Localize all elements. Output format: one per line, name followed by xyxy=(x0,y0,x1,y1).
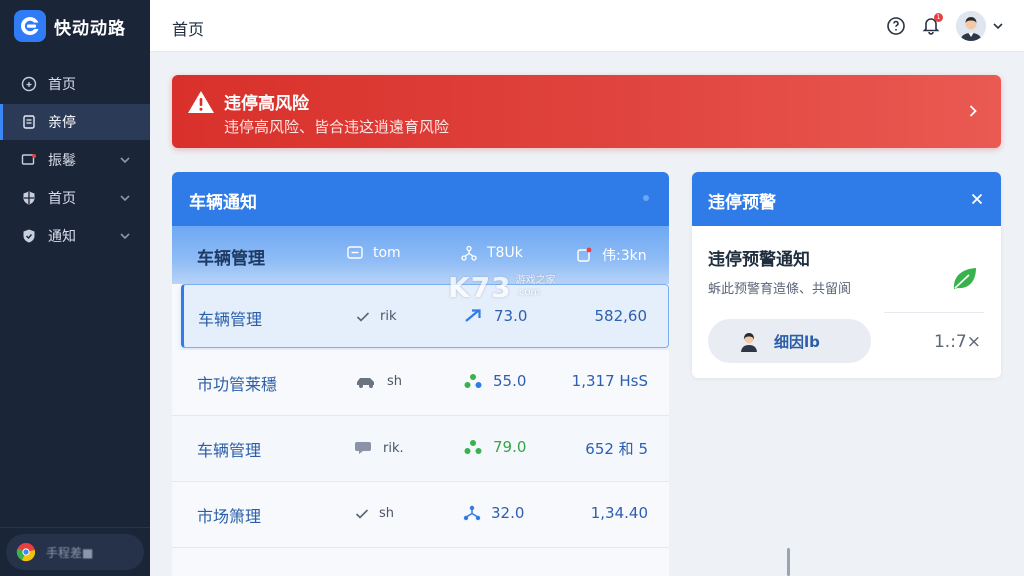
row-divider xyxy=(172,547,669,548)
chevron-down-icon xyxy=(120,233,130,240)
vehicle-panel-title: 车辆通知 xyxy=(189,193,257,213)
row-cell-b: 32.0 xyxy=(463,504,524,522)
warning-subtitle: 蚸此预警育造條、共留阆 xyxy=(708,282,852,297)
user-avatar-icon xyxy=(956,11,986,41)
sidebar-item-label: 首页 xyxy=(48,191,76,207)
chat-bubble-icon xyxy=(355,442,371,454)
chevron-down-icon[interactable] xyxy=(991,19,1005,33)
row-cell-c: 652 和 5 xyxy=(585,440,648,458)
person-icon xyxy=(741,333,757,352)
top-header: 首页 1 xyxy=(150,0,1024,52)
check-icon xyxy=(356,311,370,322)
sidebar-nav: 首页 亲停 振鬈 首页 通知 xyxy=(0,66,150,256)
row-cell-b: 55.0 xyxy=(463,372,526,390)
document-icon xyxy=(20,113,38,131)
avatar[interactable] xyxy=(956,11,986,41)
sidebar-footer-text: 手程差■ xyxy=(46,545,94,560)
column-header-c[interactable]: 伟:3kn xyxy=(576,245,647,265)
sidebar-item-home[interactable]: 首页 xyxy=(0,66,150,102)
assignee-button[interactable]: 细因lb xyxy=(708,319,871,363)
row-cell-a: rik. xyxy=(355,440,404,456)
column-header-b-label: T8Uk xyxy=(487,245,523,261)
alert-subtitle: 违停高风险、皆合违这逍遠育风险 xyxy=(224,118,450,136)
vehicle-notification-panel: 车辆通知 车辆管理 tom T8Uk 伟:3kn 车辆管理 rik 73.0 5… xyxy=(172,172,669,576)
column-header-b[interactable]: T8Uk xyxy=(461,245,523,261)
row-name: 市功管莱穩 xyxy=(197,375,278,394)
table-header: 车辆管理 tom T8Uk 伟:3kn xyxy=(172,226,669,284)
group-icon xyxy=(464,440,482,454)
page-title: 首页 xyxy=(172,20,205,39)
warning-heading: 违停预警通知 xyxy=(708,250,810,270)
column-header-a-label: tom xyxy=(373,245,401,261)
warning-count: 1.:7× xyxy=(933,332,981,352)
scrollbar-thumb[interactable] xyxy=(787,548,790,576)
row-cell-b: 73.0 xyxy=(464,307,527,325)
row-cell-c: 582,60 xyxy=(594,307,648,325)
sidebar-divider xyxy=(0,527,150,528)
sidebar-item-notify[interactable]: 通知 xyxy=(0,218,150,254)
row-name: 车辆管理 xyxy=(198,310,263,329)
row-name: 车辆管理 xyxy=(197,441,262,460)
column-header-name[interactable]: 车辆管理 xyxy=(197,244,265,269)
watermark: K73 游戏之家 .com xyxy=(448,270,556,304)
table-row[interactable]: 市功管莱穩 sh 55.0 1,317 HsS xyxy=(172,350,669,414)
column-header-c-label: 伟:3kn xyxy=(602,248,647,264)
shield-icon xyxy=(20,227,38,245)
check-icon xyxy=(355,508,369,519)
alert-title: 违停高风险 xyxy=(224,94,309,114)
sidebar-item-home-2[interactable]: 首页 xyxy=(0,180,150,216)
status-dot xyxy=(643,195,649,201)
chat-icon xyxy=(347,246,363,259)
warning-icon xyxy=(188,91,214,113)
close-icon[interactable] xyxy=(969,191,985,207)
sidebar-footer[interactable]: 手程差■ xyxy=(6,534,144,570)
sidebar-item-parking[interactable]: 亲停 xyxy=(0,104,150,140)
watermark-subtext: 游戏之家 .com xyxy=(515,275,556,298)
row-cell-c: 1,34.40 xyxy=(590,504,648,522)
assignee-name: 细因lb xyxy=(774,332,820,351)
sidebar-item-label: 振鬈 xyxy=(48,153,76,169)
notification-badge: 1 xyxy=(934,13,943,22)
column-header-a[interactable]: tom xyxy=(347,245,401,261)
car-icon xyxy=(357,377,374,388)
home-icon xyxy=(20,75,38,93)
chevron-down-icon xyxy=(120,195,130,202)
brand-name: 快动动路 xyxy=(54,18,126,39)
group-icon xyxy=(464,374,482,388)
table-row[interactable]: 车辆管理 rik 73.0 582,60 xyxy=(181,284,669,348)
brand[interactable]: 快动动路 xyxy=(14,10,126,42)
row-cell-c: 1,317 HsS xyxy=(571,372,648,390)
warning-card-title: 违停预警 xyxy=(708,193,776,213)
monitor-icon xyxy=(20,151,38,169)
help-icon[interactable] xyxy=(886,16,906,36)
grid-shield-icon xyxy=(20,189,38,207)
watermark-logo-text: K73 xyxy=(448,270,512,304)
sidebar-item-label: 通知 xyxy=(48,229,76,245)
risk-alert-banner[interactable]: 违停高风险 违停高风险、皆合违这逍遠育风险 xyxy=(172,75,1001,148)
warning-divider xyxy=(884,312,984,313)
network-icon xyxy=(461,245,477,261)
row-cell-a: sh xyxy=(355,506,394,521)
table-row[interactable]: 车辆管理 rik. 79.0 652 和 5 xyxy=(172,416,669,480)
parking-warning-card: 违停预警 违停预警通知 蚸此预警育造條、共留阆 细因lb 1.:7× xyxy=(692,172,1001,378)
chevron-right-icon[interactable] xyxy=(965,103,981,119)
sidebar-item-monitor[interactable]: 振鬈 xyxy=(0,142,150,178)
table-row[interactable]: 市场箫理 sh 32.0 1,34.40 xyxy=(172,482,669,546)
row-cell-a: sh xyxy=(355,374,402,389)
arrow-icon xyxy=(465,309,481,322)
row-cell-b: 79.0 xyxy=(463,438,526,456)
brand-logo-icon xyxy=(14,10,46,42)
warning-card-header: 违停预警 xyxy=(692,172,1001,226)
leaf-icon xyxy=(953,268,976,289)
chevron-down-icon xyxy=(120,157,130,164)
vehicle-panel-header: 车辆通知 xyxy=(172,172,669,226)
sidebar: 快动动路 首页 亲停 振鬈 首页 通知 手程差■ xyxy=(0,0,150,576)
row-name: 市场箫理 xyxy=(197,507,262,526)
network-icon xyxy=(463,505,481,521)
chrome-logo-icon xyxy=(16,543,36,562)
sidebar-item-label: 亲停 xyxy=(48,115,76,131)
row-cell-a: rik xyxy=(356,309,397,324)
tag-icon xyxy=(577,247,592,262)
sidebar-item-label: 首页 xyxy=(48,77,76,93)
